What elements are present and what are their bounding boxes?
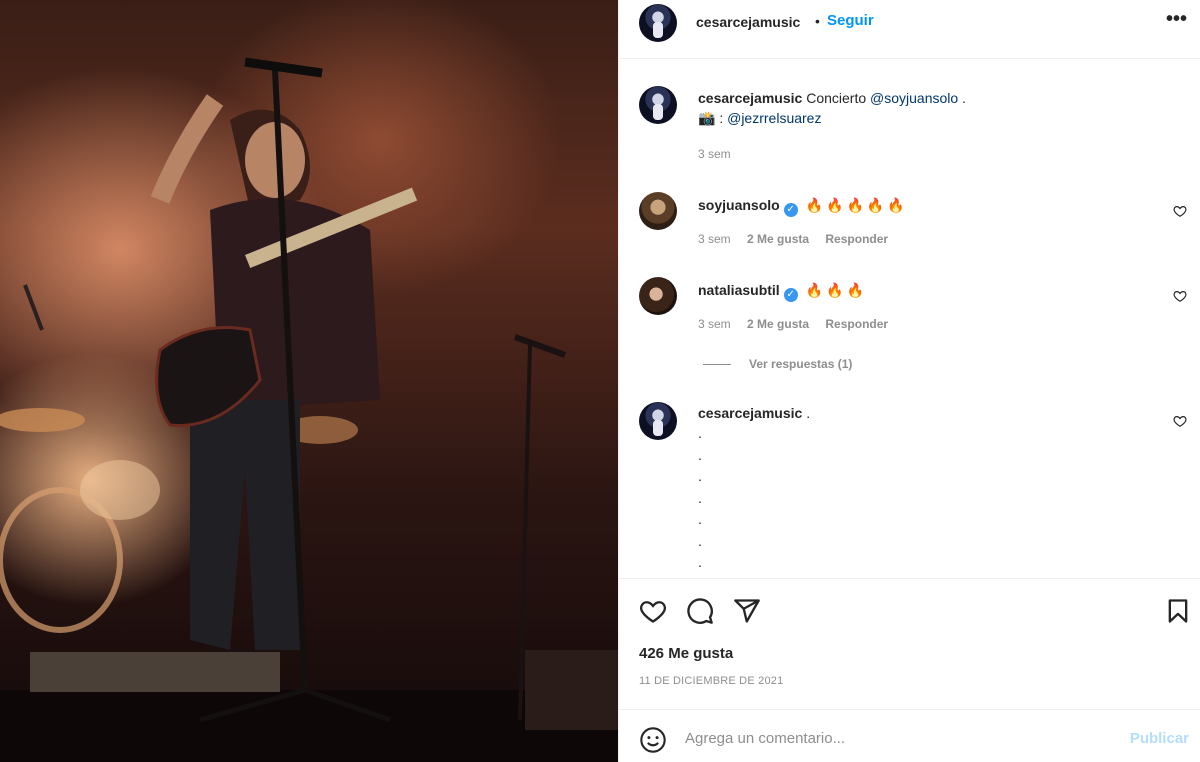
post-date[interactable]: 11 DE DICIEMBRE DE 2021 <box>639 675 783 687</box>
caption-username[interactable]: cesarcejamusic <box>698 90 802 106</box>
separator-dot: • <box>815 13 820 29</box>
reply-button[interactable]: Responder <box>825 232 888 246</box>
caption-colon: : <box>715 110 728 126</box>
emoji-icon[interactable] <box>639 726 667 754</box>
dot-line: . <box>698 489 702 506</box>
view-replies-button[interactable]: Ver respuestas (1) <box>703 357 852 371</box>
post-photo[interactable] <box>0 0 618 762</box>
like-comment-heart-icon[interactable] <box>1173 414 1187 428</box>
comment-time[interactable]: 3 sem <box>698 317 731 331</box>
comment-text: . <box>806 405 811 421</box>
reply-button[interactable]: Responder <box>825 317 888 331</box>
caption-time[interactable]: 3 sem <box>698 147 731 161</box>
comment-username[interactable]: cesarcejamusic <box>698 405 802 421</box>
avatar[interactable] <box>639 192 677 230</box>
comment-likes[interactable]: 2 Me gusta <box>747 317 809 331</box>
replies-divider <box>703 364 731 366</box>
add-comment-bar: Publicar <box>619 709 1200 762</box>
like-heart-icon[interactable] <box>639 597 667 625</box>
comment-likes[interactable]: 2 Me gusta <box>747 232 809 246</box>
caption-mention[interactable]: @soyjuansolo <box>870 90 958 106</box>
comment-username[interactable]: soyjuansolo <box>698 197 780 213</box>
dot-line: . <box>698 468 702 484</box>
view-replies-label: Ver respuestas (1) <box>749 357 853 371</box>
avatar[interactable] <box>639 86 677 124</box>
comment-input[interactable] <box>685 724 1105 752</box>
like-comment-heart-icon[interactable] <box>1173 289 1187 303</box>
avatar[interactable] <box>639 277 677 315</box>
post-panel: cesarcejamusic • Seguir ••• cesarcejamus… <box>618 0 1200 762</box>
publish-button[interactable]: Publicar <box>1130 730 1189 747</box>
comment-text: 🔥🔥🔥 <box>805 282 867 298</box>
dot-line: . <box>698 532 702 549</box>
follow-button[interactable]: Seguir <box>827 12 874 29</box>
verified-badge-icon: ✓ <box>783 288 798 302</box>
comment-dots: . . . . . . . <box>698 423 1158 574</box>
concert-illustration <box>0 57 618 762</box>
dot-line: . <box>698 554 702 570</box>
verified-badge-icon: ✓ <box>783 203 798 217</box>
dot-line: . <box>698 425 702 441</box>
caption-credit[interactable]: @jezrrelsuarez <box>727 110 821 126</box>
share-send-icon[interactable] <box>733 597 761 625</box>
dot-line: . <box>698 446 702 463</box>
header-username[interactable]: cesarcejamusic <box>696 14 800 30</box>
dot-line: . <box>698 511 702 527</box>
avatar[interactable] <box>639 4 677 42</box>
caption-text: Concierto <box>806 90 867 106</box>
like-comment-heart-icon[interactable] <box>1173 204 1187 218</box>
comment-time[interactable]: 3 sem <box>698 232 731 246</box>
post-header: cesarcejamusic • Seguir ••• <box>619 0 1200 59</box>
caption-suffix: . <box>958 90 966 106</box>
avatar[interactable] <box>639 402 677 440</box>
comment-username[interactable]: nataliasubtil <box>698 282 780 298</box>
save-bookmark-icon[interactable] <box>1164 597 1192 625</box>
comments-list[interactable]: cesarcejamusic Concierto @soyjuansolo . … <box>619 60 1200 578</box>
comment-bubble-icon[interactable] <box>686 597 714 625</box>
camera-icon: 📸 <box>698 110 716 126</box>
post-actions: 426 Me gusta 11 DE DICIEMBRE DE 2021 <box>619 578 1200 708</box>
comment-text: 🔥🔥🔥🔥🔥 <box>805 197 908 213</box>
likes-count[interactable]: 426 Me gusta <box>639 645 733 662</box>
more-options-icon[interactable]: ••• <box>1166 8 1187 31</box>
